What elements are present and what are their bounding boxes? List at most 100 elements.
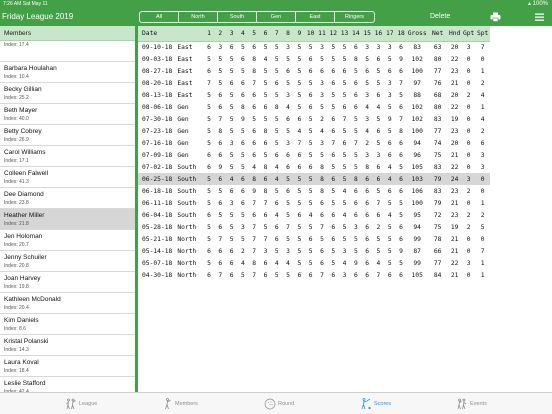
filter-north[interactable]: North (178, 12, 217, 22)
cell-hole-14: 5 (353, 163, 358, 171)
cell-hole-12: 6 (331, 271, 336, 279)
filter-south[interactable]: South (217, 12, 256, 22)
cell-hole-13: 6 (342, 67, 347, 75)
cell-hole-6: 6 (263, 139, 268, 147)
cell-net: 77 (433, 67, 442, 75)
menu-icon[interactable] (534, 12, 545, 22)
member-item[interactable]: Dee Diamond Index: 23.8 (0, 188, 135, 209)
score-row[interactable]: 08-06-18 Gen 5 6 5 8 6 6 8 4 5 6 5 5 6 6 4 4 5 6 102 80 22 0 1 (138, 101, 490, 113)
cell-hole-5: 6 (252, 103, 257, 111)
tab-events[interactable]: Events (456, 395, 487, 413)
score-row[interactable]: 08-27-18 East 6 5 5 5 8 5 5 6 5 6 6 6 6 5 6 5 6 6 100 77 23 0 1 (138, 65, 490, 77)
print-icon[interactable] (490, 12, 501, 22)
member-item[interactable]: Becky Gillian Index: 25.2 (0, 83, 135, 104)
tab-league[interactable]: League (65, 395, 97, 413)
member-item[interactable]: Kristal Polanski Index: 14.3 (0, 335, 135, 356)
cell-hole-10: 5 (308, 139, 313, 147)
cell-hole-2: 6 (218, 91, 223, 99)
scores-panel: Date 1 2 3 4 5 6 7 8 9 10 11 12 13 14 15 16 17 18 Gross Net H… (138, 26, 552, 392)
member-item[interactable]: Joan Harvey Index: 19.8 (0, 272, 135, 293)
cell-hole-2: 6 (218, 247, 223, 255)
member-item[interactable]: Barbara Houlahan Index: 10.4 (0, 62, 135, 83)
cell-hole-15: 5 (365, 79, 370, 87)
cell-handicap: 19 (450, 223, 459, 231)
cell-hole-7: 5 (274, 55, 279, 63)
cell-hole-18: 9 (399, 247, 403, 255)
score-row[interactable]: 08-13-18 East 5 6 5 6 6 5 5 3 5 6 3 5 5 6 3 6 3 5 88 68 20 2 4 (138, 89, 490, 101)
cell-gross: 99 (413, 259, 421, 267)
cell-hole-18: 6 (399, 43, 403, 51)
cell-hole-17: 6 (387, 67, 392, 75)
tab-round[interactable]: Round (264, 395, 294, 413)
delete-button[interactable]: Delete (430, 11, 450, 23)
filter-ringers[interactable]: Ringers (334, 12, 374, 22)
member-item[interactable]: Jenny Schuiler Index: 20.8 (0, 251, 135, 272)
cell-net: 79 (427, 173, 448, 185)
member-item[interactable]: Carol Williams Index: 17.1 (0, 146, 135, 167)
cell-net: 66 (433, 247, 442, 255)
score-row[interactable]: 07-30-18 Gen 5 7 5 9 5 5 5 6 6 5 2 6 7 5 3 5 9 7 102 83 19 0 4 (138, 113, 490, 125)
member-item[interactable]: Kathleen McDonald Index: 20.4 (0, 293, 135, 314)
cell-hole-7: 6 (274, 79, 279, 87)
tab-scores[interactable]: Scores (360, 395, 391, 413)
score-row[interactable]: 05-21-18 North 5 7 5 5 7 7 6 5 5 6 5 6 5 5 6 5 5 6 99 78 21 0 0 (138, 233, 490, 245)
cell-hole-9: 5 (297, 67, 302, 75)
filter-gen[interactable]: Gen (256, 12, 295, 22)
cell-hole-17: 5 (387, 55, 392, 63)
cell-hole-6: 6 (263, 211, 268, 219)
cell-hole-16: 3 (376, 151, 381, 159)
cell-hole-5: 7 (252, 199, 257, 207)
score-row[interactable]: 07-09-18 Gen 6 6 5 5 6 5 6 6 6 5 5 6 5 5 3 3 6 6 96 75 21 0 3 (138, 149, 490, 161)
cell-side: Gen (177, 103, 189, 111)
cell-hole-14: 9 (353, 259, 358, 267)
tab-members[interactable]: Members (163, 395, 198, 413)
cell-hole-2: 8 (218, 127, 223, 135)
member-item[interactable]: Kim Daniels Index: 8.6 (0, 314, 135, 335)
score-row[interactable]: 05-28-18 North 5 6 5 3 7 5 6 7 5 5 7 6 5 3 6 2 5 6 94 75 19 2 5 (138, 221, 490, 233)
cell-hole-2: 5 (218, 79, 223, 87)
cell-hole-4: 5 (240, 271, 245, 279)
score-row[interactable]: 07-23-18 Gen 5 8 5 5 6 8 5 5 4 5 4 6 5 5 4 6 5 8 100 77 23 0 2 (138, 125, 490, 137)
score-row[interactable]: 09-10-18 East 6 3 6 5 6 5 5 3 5 5 3 5 5 6 3 3 3 6 83 63 20 3 7 (138, 41, 490, 53)
member-item[interactable]: Leslie Stafford Index: 42.4 (0, 377, 135, 392)
member-name: Colleen Falwell (4, 170, 49, 177)
cell-hole-3: 5 (229, 127, 234, 135)
score-row[interactable]: 05-07-18 North 5 6 6 4 8 6 4 4 5 5 6 5 4 9 6 4 5 5 99 77 22 3 1 (138, 257, 490, 269)
score-row[interactable]: 06-25-18 South 5 6 4 6 8 6 4 5 5 5 8 6 5 8 6 6 4 6 103 79 24 3 0 (138, 173, 490, 185)
filter-all[interactable]: All (140, 12, 178, 22)
filter-east[interactable]: East (295, 12, 334, 22)
member-name: Carol Williams (4, 149, 46, 156)
cell-skin-points: 0 (480, 235, 485, 243)
score-row[interactable]: 06-18-18 South 5 5 6 6 9 8 5 6 5 5 8 5 4 6 6 5 6 6 106 83 23 2 0 (138, 185, 490, 197)
cell-hole-5: 4 (252, 163, 257, 171)
cell-hole-1: 7 (207, 79, 211, 87)
cell-hole-18: 6 (399, 151, 403, 159)
member-index: Index: 25.2 (4, 95, 29, 101)
member-item[interactable]: Heather Miller Index: 21.8 (0, 209, 135, 230)
score-row[interactable]: 09-03-18 East 5 5 5 6 8 4 5 5 5 6 5 5 5 8 5 6 5 9 102 80 22 0 0 (138, 53, 490, 65)
score-row[interactable]: 08-20-18 East 7 5 6 6 7 5 6 5 5 5 3 6 5 6 5 5 3 7 97 76 21 0 2 (138, 77, 490, 89)
score-row[interactable]: 07-16-18 Gen 5 6 3 6 6 6 5 3 7 5 3 7 6 7 2 5 6 6 94 74 20 0 6 (138, 137, 490, 149)
score-row[interactable]: 06-04-18 South 6 5 5 5 6 6 4 5 6 4 6 6 4 6 6 6 4 5 95 72 23 2 2 (138, 209, 490, 221)
cell-hole-16: 6 (376, 91, 381, 99)
cell-net: 74 (433, 139, 442, 147)
cell-hole-6: 3 (263, 247, 268, 255)
cell-gross-points: 0 (466, 139, 471, 147)
score-row[interactable]: 05-14-18 North 6 6 6 2 7 3 5 3 5 5 6 5 3 5 6 5 5 9 87 66 21 0 7 (138, 245, 490, 257)
member-item[interactable]: Index: 17.4 (0, 41, 135, 62)
cell-hole-12: 5 (331, 187, 336, 195)
member-item[interactable]: Colleen Falwell Index: 41.3 (0, 167, 135, 188)
cell-hole-15: 6 (365, 211, 370, 219)
score-row[interactable]: 07-02-18 South 6 9 5 5 4 8 4 6 6 6 8 5 5 5 8 6 4 5 105 83 22 0 3 (138, 161, 490, 173)
member-item[interactable]: Betty Cobrey Index: 26.9 (0, 125, 135, 146)
scores-table: Date 1 2 3 4 5 6 7 8 9 10 11 12 13 14 15 16 17 18 Gross Net H… (138, 26, 490, 281)
cell-hole-9: 5 (297, 259, 302, 267)
member-item[interactable]: Beth Mayer Index: 40.0 (0, 104, 135, 125)
cell-date: 08-27-18 (142, 67, 173, 75)
score-row[interactable]: 04-30-18 North 6 7 6 5 7 6 5 5 6 6 7 6 3 6 6 7 6 6 105 84 21 0 1 (138, 269, 490, 281)
member-item[interactable]: Jen Holoman Index: 20.7 (0, 230, 135, 251)
score-row[interactable]: 06-11-18 South 5 6 3 6 7 7 6 5 5 5 6 5 5 6 6 7 5 5 100 79 21 0 1 (138, 197, 490, 209)
cell-skin-points: 4 (480, 91, 485, 99)
cell-hole-18: 5 (399, 211, 403, 219)
member-item[interactable]: Laura Koval Index: 18.4 (0, 356, 135, 377)
